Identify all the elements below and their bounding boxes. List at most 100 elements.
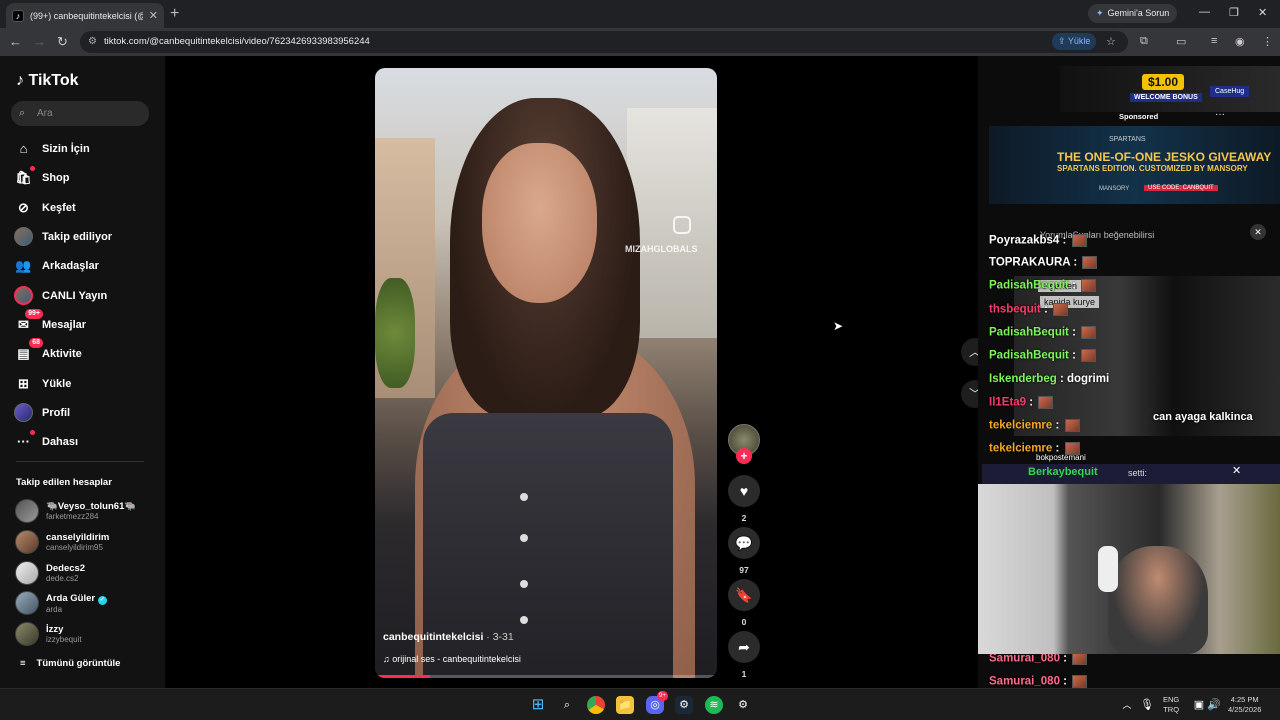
headphones [1098,546,1118,592]
chevron-up-icon[interactable]: ︿ [1118,696,1136,714]
followed-account[interactable]: 🐃Veyso_tolun61🐃 farketmezz284 [15,499,136,523]
volume-icon[interactable]: 🔊 [1205,696,1223,714]
language-indicator[interactable]: ENG TRQ [1163,695,1179,715]
video-frame-building [627,108,717,338]
account-avatar [15,591,39,615]
chat-separator: : [1070,256,1081,269]
account-name: İzzy [46,624,64,635]
steam-icon[interactable]: ⚙ [675,696,693,714]
video-author[interactable]: canbequitintekelcisi · 3-31 [383,631,514,643]
windows-start-icon[interactable]: ⊞ [529,696,547,714]
window-close-icon[interactable]: ✕ [1258,6,1267,19]
nav-label: Keşfet [42,201,76,214]
account-avatar [15,530,39,554]
account-avatar [15,561,39,585]
nav-item-activity[interactable]: ▤ 68 Aktivite [14,338,82,363]
clock[interactable]: 4:25 PM 4/25/2026 [1228,695,1261,715]
upload-chip-button[interactable]: ⇪ Yükle [1052,33,1097,50]
video-watermark: MIZAHGLOBALS [625,244,698,254]
account-name-text: Arda Güler [46,592,96,604]
nav-label: CANLI Yayın [42,289,108,302]
ad-amount: $1.00 [1142,74,1185,90]
restore-icon[interactable]: ❐ [1229,6,1239,19]
close-icon[interactable]: ✕ [1232,464,1241,477]
followed-account[interactable]: Dedecs2 dede.cs2 [15,561,85,585]
comment-button[interactable]: 💬 97 [728,527,760,575]
spotify-icon[interactable]: ≋ [705,696,723,714]
search-icon[interactable]: ⌕ [558,696,576,714]
chat-message: Il1Eta9 : [989,396,1054,409]
save-button[interactable]: 🔖 0 [728,579,760,627]
sidepanel-icon[interactable]: ▭ [1176,35,1186,48]
emote-icon [1072,675,1088,688]
save-count: 0 [741,617,747,627]
chrome-icon[interactable] [587,696,605,714]
nav-item-live[interactable]: CANLI Yayın [14,286,107,305]
extensions-icon[interactable]: ⧉ [1140,35,1148,48]
tab-close-icon[interactable]: ✕ [149,9,158,22]
microphone-icon[interactable]: 🎙 [1138,696,1156,714]
chat-username: tekelciemre [989,419,1053,432]
reload-icon[interactable]: ↻ [57,34,68,50]
address-bar[interactable]: ⚙ tiktok.com/@canbequitintekelcisi/video… [80,31,1128,53]
nav-item-explore[interactable]: ⊘ Keşfet [14,198,76,217]
site-info-icon[interactable]: ⚙ [88,31,97,53]
minimize-icon[interactable]: — [1199,6,1210,18]
share-icon: ➦ [728,631,760,663]
like-button[interactable]: ♥ 2 [728,475,760,523]
share-button[interactable]: ➦ 1 [728,631,760,679]
nav-item-more[interactable]: ··· Dahası [14,430,78,451]
emote-icon [1082,256,1098,269]
account-handle: dede.cs2 [46,574,79,583]
more-options-icon[interactable]: ··· [1215,109,1225,120]
compass-icon: ⊘ [18,199,29,215]
nav-item-messages[interactable]: ✉ 99+ Mesajlar [14,309,86,334]
video-sound[interactable]: ♫ orijinal ses - canbequitintekelcisi [383,654,521,664]
nav-item-for-you[interactable]: ⌂ Sizin İçin [14,139,90,158]
see-all-link[interactable]: ≡ Tümünü görüntüle [20,658,120,669]
file-explorer-icon[interactable]: 📁 [616,696,634,714]
nav-item-following[interactable]: Takip ediliyor [14,227,112,246]
video-progress-bar[interactable] [375,675,717,678]
nav-item-friends[interactable]: 👥 Arkadaşlar [14,256,98,275]
nav-item-upload[interactable]: ⊞ Yükle [14,374,71,393]
bookmark-star-icon[interactable]: ☆ [1106,35,1116,48]
nav-item-shop[interactable]: 🛍 Shop [14,166,70,187]
video-date: · 3-31 [483,631,514,643]
account-avatar [15,499,39,523]
video-frame-detail [520,580,528,588]
followed-account[interactable]: İzzy izzybequit [15,622,82,646]
chat-separator: : [1052,419,1063,432]
notification-dot [30,166,35,171]
list-icon: ≡ [20,658,26,669]
back-icon[interactable]: ← [9,34,22,49]
close-icon[interactable]: ✕ [1250,224,1266,240]
video-frame-detail [520,493,528,501]
profile-icon[interactable]: ◉ [1235,35,1245,48]
menu-icon[interactable]: ⋮ [1262,35,1273,48]
lang-secondary: TRQ [1163,705,1180,714]
video-player[interactable]: MIZAHGLOBALS canbequitintekelcisi · 3-31… [375,68,717,678]
search-input[interactable]: ⌕ Ara [11,101,149,126]
tiktok-logo[interactable]: ♪ TikTok [16,72,79,90]
upload-icon: ⊞ [18,375,29,391]
chat-separator: : [1056,373,1067,385]
forward-icon[interactable]: → [33,34,46,49]
followed-account[interactable]: canselyildirim canselyildirim95 [15,530,109,554]
chat-message: PadisahBequit : [989,349,1097,362]
follow-plus-icon[interactable]: + [736,448,752,464]
emote-icon [1052,303,1068,316]
gemini-button[interactable]: ✦ Gemini'a Sorun [1088,4,1178,23]
chat-message: thsbequit : [989,303,1068,316]
sponsored-banner[interactable]: $1.00 WELCOME BONUS CaseHug [1060,66,1280,112]
browser-tab[interactable]: ♪ (99+) canbequitintekelcisi (@ca ✕ [6,3,164,28]
followed-account[interactable]: Arda Güler ✓ arda [15,591,107,615]
giveaway-banner[interactable]: SPARTANS THE ONE-OF-ONE JESKO GIVEAWAY S… [989,126,1280,204]
nav-item-profile[interactable]: Profil [14,403,70,422]
new-tab-button[interactable]: + [170,5,179,23]
chat-username: Il1Eta9 [989,396,1027,409]
ad2-footer: MANSORY [1099,186,1130,192]
media-icon[interactable]: ≡ [1211,35,1217,47]
gemini-label: Gemini'a Sorun [1107,8,1170,18]
app-icon[interactable]: ⚙ [734,696,752,714]
